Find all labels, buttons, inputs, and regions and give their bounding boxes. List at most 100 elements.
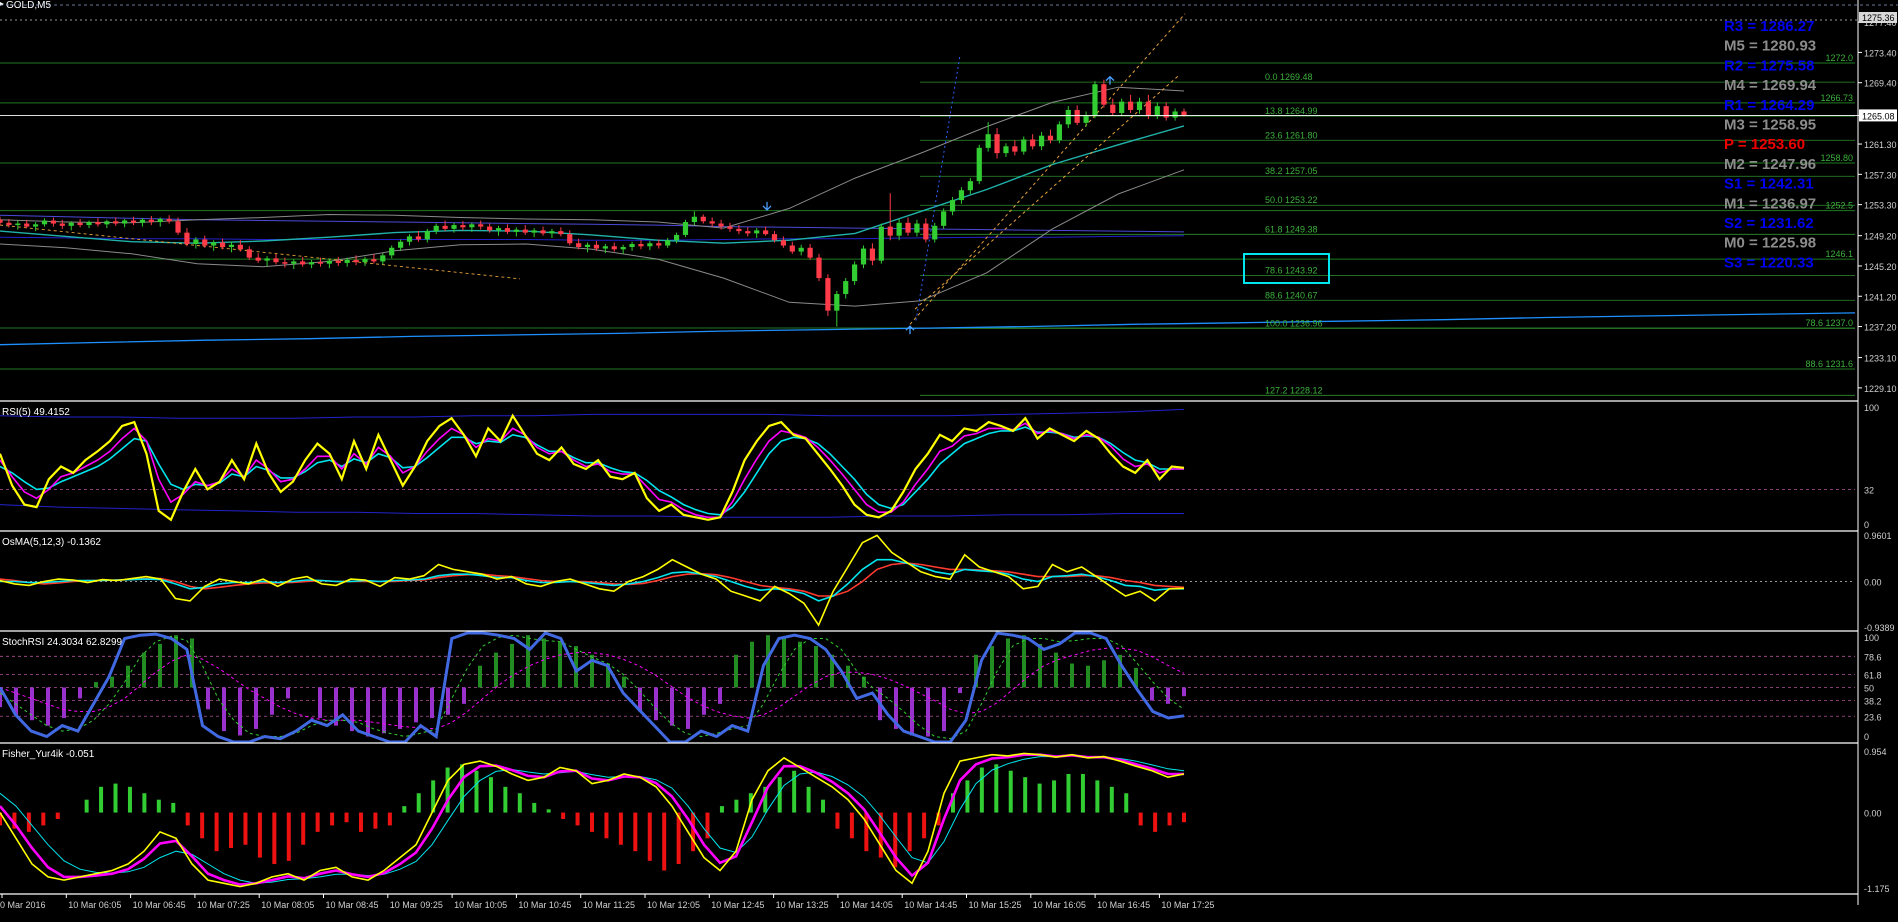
- candle-body: [647, 243, 653, 247]
- osma-tick-label: -0.9389: [1864, 623, 1895, 633]
- fisher-hist-bar: [358, 812, 363, 832]
- mt4-chart-window[interactable]: 0.0 1269.48 23.6 1261.80 38.2 1257.05 50.0 …: [0, 0, 1898, 917]
- candle-body: [932, 225, 938, 240]
- stoch-hist-bar: [398, 687, 402, 729]
- stoch-hist-bar: [318, 687, 322, 719]
- candle-body: [762, 230, 769, 235]
- candle-body: [1065, 109, 1071, 125]
- candle-body: [1136, 101, 1143, 110]
- candle-body: [228, 244, 235, 248]
- stoch-hist-bar: [910, 687, 914, 736]
- stoch-hist-bar: [238, 687, 242, 736]
- fisher-hist-bar: [618, 812, 623, 845]
- candle-body: [130, 220, 137, 223]
- candle-body: [1047, 135, 1054, 141]
- candle-body: [157, 219, 163, 223]
- candle-body: [1145, 101, 1151, 116]
- fisher-hist-bar: [185, 812, 190, 826]
- candle-body: [255, 257, 261, 261]
- fib-label: 100.0 1236.96: [1265, 318, 1323, 328]
- candle-body: [362, 259, 368, 263]
- candle-body: [148, 219, 154, 223]
- candle-body: [887, 226, 893, 236]
- time-tick-label: 10 Mar 15:25: [969, 900, 1022, 910]
- fisher-hist-bar: [113, 783, 118, 813]
- candle-body: [593, 244, 600, 249]
- candle-body: [789, 245, 795, 252]
- stoch-hist-bar: [926, 687, 930, 737]
- candle-body: [1172, 111, 1178, 118]
- candle-body: [1056, 124, 1062, 141]
- fisher-hist-bar: [1037, 783, 1042, 813]
- candle-body: [41, 220, 48, 225]
- time-tick-label: 10 Mar 14:45: [904, 900, 957, 910]
- candle-body: [611, 246, 617, 250]
- price-tick-label: 1233.10: [1864, 354, 1897, 364]
- candle-body: [584, 244, 591, 248]
- fib-label: 61.8 1249.38: [1265, 224, 1318, 234]
- price-tick-label: 1269.40: [1864, 79, 1897, 89]
- fisher-hist-bar: [575, 812, 580, 826]
- rsi-tick-label: 32: [1864, 485, 1874, 495]
- candle-body: [380, 255, 386, 262]
- fisher-hist-bar: [99, 786, 104, 813]
- stoch-hist-bar: [462, 687, 466, 704]
- candle-body: [807, 247, 813, 258]
- fisher-hist-bar: [835, 812, 840, 829]
- fib-label: 38.2 1257.05: [1265, 166, 1318, 176]
- chart-canvas[interactable]: 0.0 1269.48 23.6 1261.80 38.2 1257.05 50.0 …: [0, 0, 1898, 917]
- time-tick-label: 10 Mar 08:05: [261, 900, 314, 910]
- stoch-title: StochRSI 24.3034 62.8299: [2, 637, 123, 648]
- fisher-hist-bar: [55, 812, 60, 819]
- time-tick-label: 10 Mar 09:25: [390, 900, 443, 910]
- candle-body: [495, 228, 502, 231]
- candle-body: [219, 242, 226, 248]
- candle-body: [86, 222, 92, 226]
- fisher-hist-bar: [127, 786, 132, 813]
- candle-body: [718, 223, 724, 227]
- fisher-hist-bar: [633, 812, 638, 852]
- price-tick-label: 1229.10: [1864, 384, 1897, 394]
- fisher-hist-bar: [257, 812, 262, 858]
- candle-body: [629, 244, 635, 248]
- fisher-hist-bar: [200, 812, 205, 839]
- candle-body: [869, 248, 876, 261]
- candle-body: [860, 248, 867, 265]
- stoch-hist-bar: [718, 687, 722, 704]
- candle-body: [1127, 101, 1134, 110]
- stoch-hist-bar: [158, 643, 162, 688]
- candle-body: [1154, 106, 1160, 116]
- stoch-hist-bar: [62, 687, 66, 719]
- pivot-label: S3 = 1220.33: [1724, 254, 1814, 271]
- candle-body: [317, 262, 324, 264]
- stoch-hist-bar: [1038, 643, 1042, 688]
- fisher-hist-bar: [546, 809, 551, 813]
- right-fib-label: 1266.73: [1820, 93, 1853, 103]
- candle-body: [522, 229, 528, 233]
- candle-body: [941, 211, 947, 226]
- osma-title: OsMA(5,12,3) -0.1362: [2, 537, 101, 548]
- pivot-label: M1 = 1236.97: [1724, 195, 1816, 212]
- candle-body: [825, 278, 831, 311]
- candle-body: [504, 228, 511, 232]
- time-tick-label: 10 Mar 06:05: [68, 900, 121, 910]
- fisher-hist-bar: [445, 767, 450, 813]
- fisher-hist-bar: [1095, 780, 1100, 813]
- stoch-hist-bar: [414, 687, 418, 723]
- candle-body: [487, 226, 493, 231]
- candle-body: [0, 219, 3, 223]
- candle-body: [673, 234, 680, 241]
- candle-body: [442, 225, 448, 229]
- fisher-hist-bar: [214, 812, 219, 852]
- stoch-hist-bar: [78, 687, 82, 699]
- candle-body: [6, 222, 12, 226]
- candle-body: [843, 281, 849, 294]
- fisher-hist-bar: [243, 812, 248, 845]
- stoch-hist-bar: [1070, 663, 1074, 688]
- candle-body: [549, 231, 555, 234]
- candle-body: [353, 259, 359, 263]
- fisher-hist-bar: [488, 777, 493, 813]
- fisher-hist-bar: [1052, 780, 1057, 813]
- candle-body: [852, 264, 858, 282]
- candle-body: [415, 236, 422, 240]
